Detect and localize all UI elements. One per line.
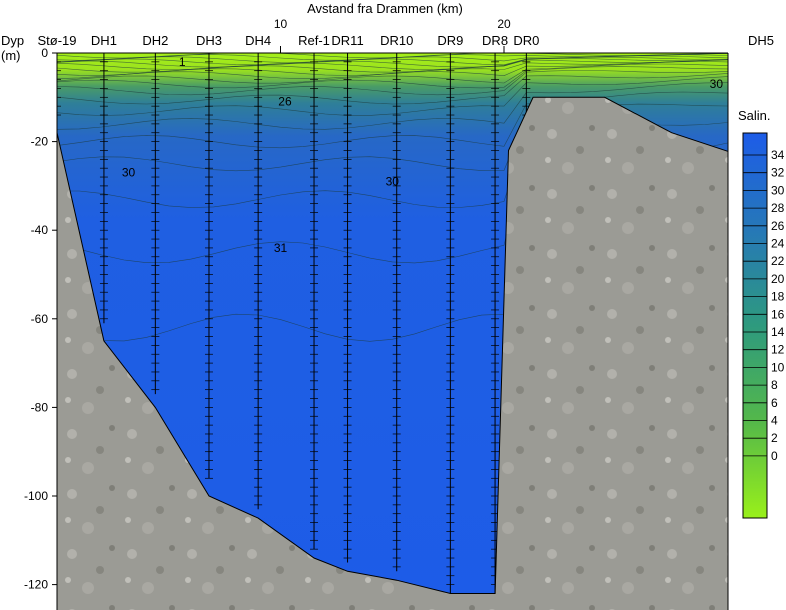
- x-tick-label: 10: [274, 17, 288, 31]
- y-tick-label: -60: [31, 312, 49, 326]
- y-tick-label: 0: [41, 46, 48, 60]
- station-name: DR8: [482, 33, 508, 48]
- colorbar-tick-label: 10: [771, 360, 785, 374]
- colorbar-tick-label: 32: [771, 166, 785, 180]
- contour-label: 31: [274, 241, 288, 255]
- salinity-section-chart: Avstand fra Drammen (km) Dyp (m) 1263030…: [1, 1, 786, 610]
- colorbar-tick-label: 0: [771, 449, 778, 463]
- colorbar-tick-label: 34: [771, 148, 785, 162]
- station-name: DH4: [245, 33, 271, 48]
- contour-label: 1: [179, 55, 186, 69]
- y-ticks: 0 -20 -40 -60 -80 -100 -120: [24, 46, 57, 592]
- y-tick-label: -100: [24, 489, 48, 503]
- station-name: DH3: [196, 33, 222, 48]
- x-axis-label: Avstand fra Drammen (km): [307, 1, 463, 16]
- contour-label: 34: [777, 108, 786, 122]
- y-axis-label-unit: (m): [1, 48, 21, 63]
- contour-label: 30: [710, 77, 724, 91]
- station-names: Stø-19 DH1 DH2 DH3 DH4 Ref-1 DR11 DR10 DR9 DR8 DR0…: [37, 33, 774, 48]
- colorbar-tick-label: 14: [771, 325, 785, 339]
- station-name: DR0: [513, 33, 539, 48]
- colorbar-title: Salin.: [738, 108, 771, 123]
- colorbar-tick-label: 18: [771, 290, 785, 304]
- y-tick-label: -80: [31, 400, 49, 414]
- y-tick-label: -120: [24, 578, 48, 592]
- contour-label: 30: [386, 174, 400, 188]
- station-name: DH5: [748, 33, 774, 48]
- y-tick-label: -40: [31, 223, 49, 237]
- colorbar-tick-label: 6: [771, 396, 778, 410]
- colorbar-tick-label: 20: [771, 272, 785, 286]
- colorbar-tick-label: 8: [771, 378, 778, 392]
- colorbar-tick-label: 30: [771, 183, 785, 197]
- colorbar-tick-label: 22: [771, 254, 785, 268]
- y-axis-label-dyp: Dyp: [1, 33, 24, 48]
- plot-area: 1263030313034: [57, 53, 786, 610]
- x-tick-label: 20: [497, 17, 511, 31]
- contour-label: 26: [278, 95, 292, 109]
- colorbar-tick-label: 24: [771, 237, 785, 251]
- colorbar-tick-label: 12: [771, 343, 785, 357]
- station-name: DR10: [380, 33, 413, 48]
- colorbar-tick-label: 26: [771, 219, 785, 233]
- station-name: DR9: [437, 33, 463, 48]
- y-tick-label: -20: [31, 135, 49, 149]
- station-name: Ref-1: [298, 33, 330, 48]
- station-name: DR11: [331, 33, 363, 48]
- colorbar-tick-label: 28: [771, 201, 785, 215]
- contour-label: 30: [122, 166, 136, 180]
- station-name: DH2: [142, 33, 168, 48]
- colorbar-tick-label: 4: [771, 414, 778, 428]
- colorbar-tick-label: 16: [771, 307, 785, 321]
- colorbar-tick-label: 2: [771, 431, 778, 445]
- station-name: Stø-19: [37, 33, 76, 48]
- station-name: DH1: [91, 33, 117, 48]
